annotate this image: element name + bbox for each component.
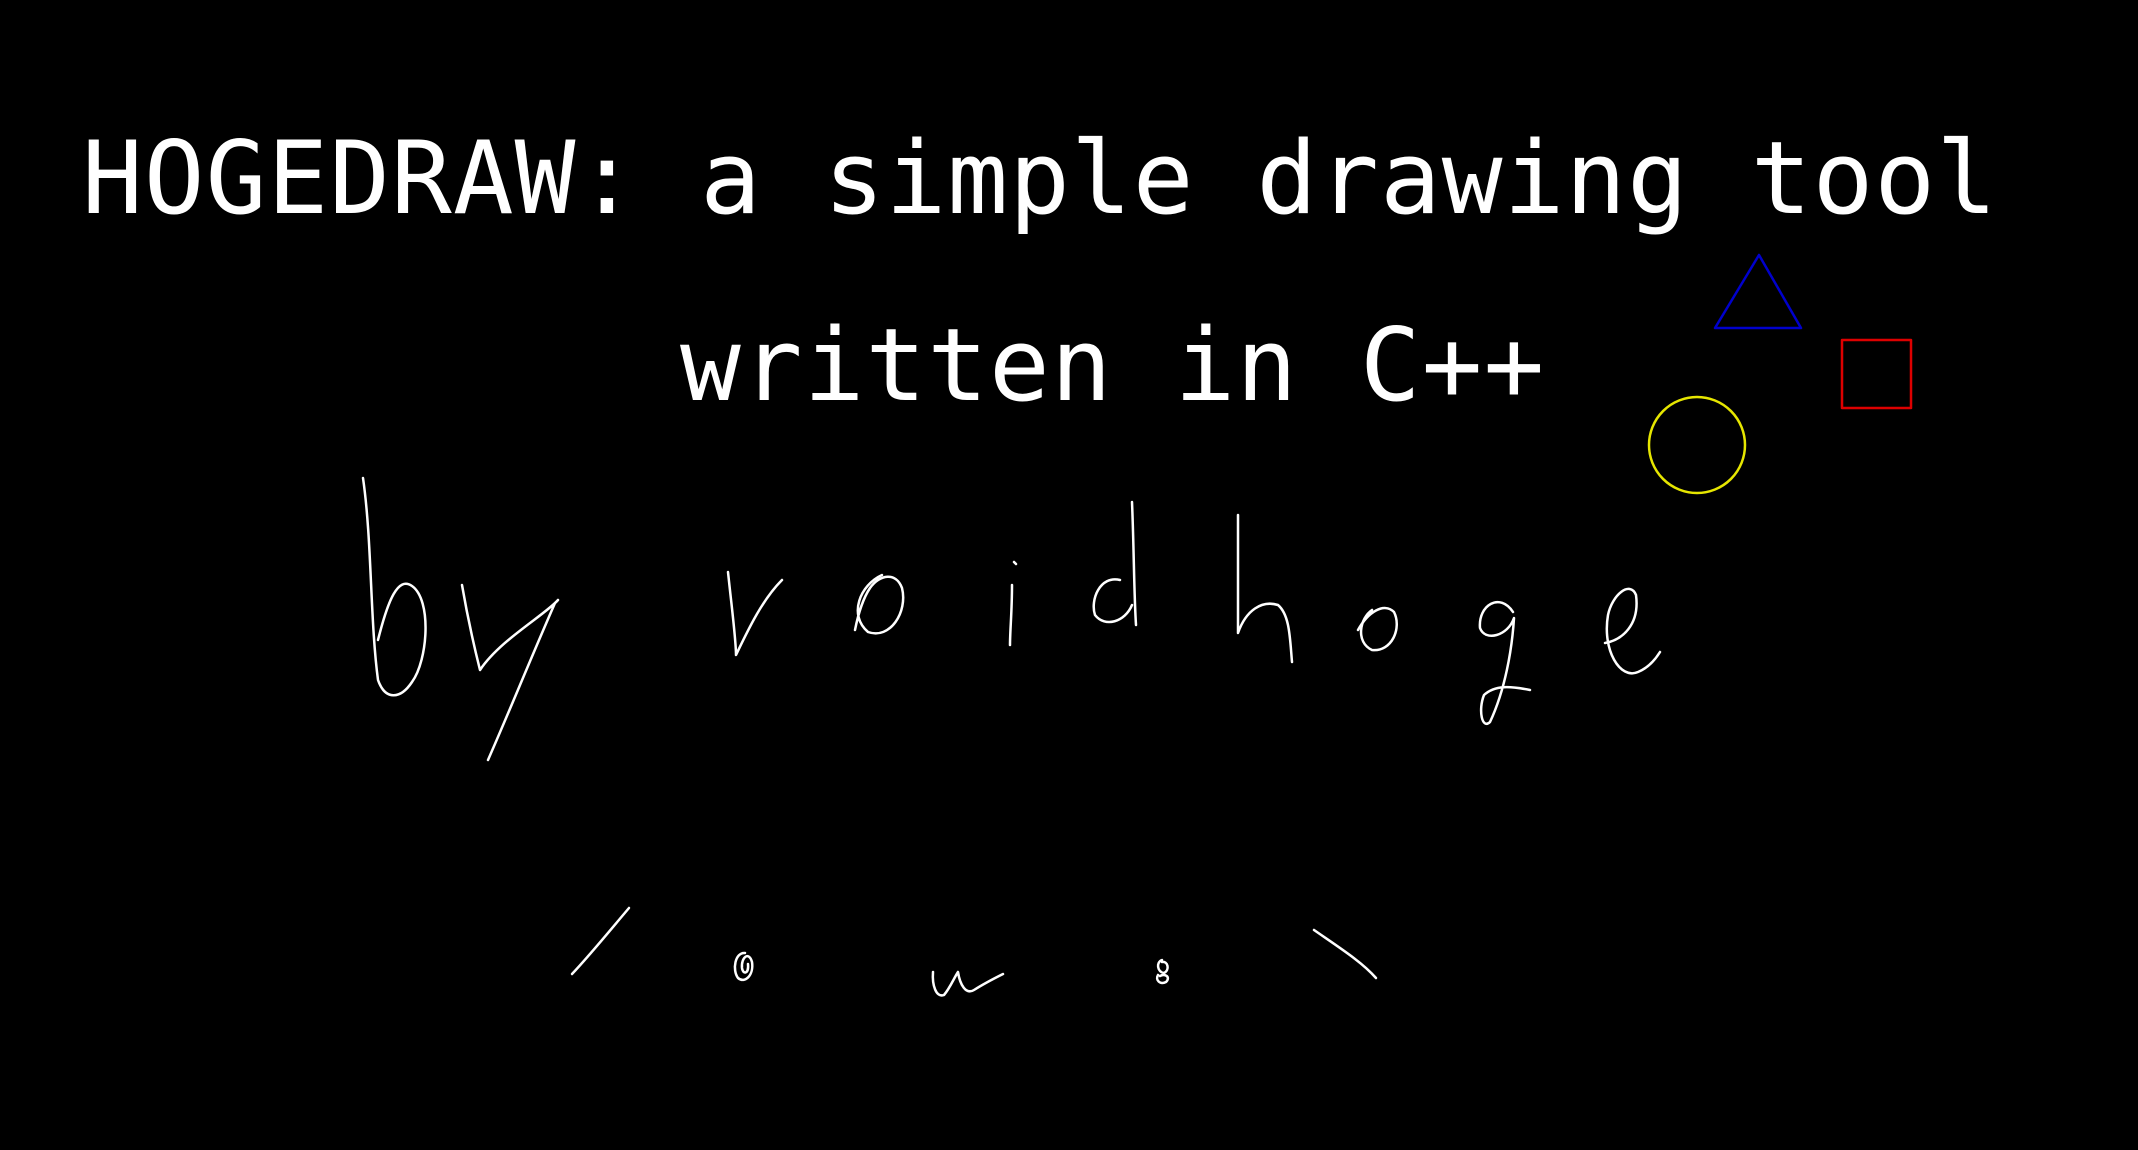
drawing-canvas[interactable]: HOGEDRAW: a simple drawing tool written … xyxy=(0,0,2138,1150)
handwriting-letter-o xyxy=(853,573,905,635)
handwriting-letter-v xyxy=(726,570,784,657)
handwriting-letter-i xyxy=(1008,560,1018,647)
circle-shape xyxy=(1647,395,1747,495)
handwriting-letter-e xyxy=(1603,587,1662,675)
handwriting-letter-d xyxy=(1092,500,1138,627)
mouth-w-stroke xyxy=(931,970,1005,997)
handwriting-letter-y xyxy=(460,583,560,762)
drawing-layer[interactable] xyxy=(0,0,2138,1150)
right-paren-stroke xyxy=(1312,928,1378,980)
handwriting-letter-o2 xyxy=(1356,606,1398,652)
handwriting-letter-h xyxy=(1236,513,1294,664)
left-paren-stroke xyxy=(570,906,631,976)
left-eye-scribble xyxy=(733,951,754,982)
handwriting-letter-g xyxy=(1478,600,1532,726)
right-eye-scribble xyxy=(1155,958,1170,985)
triangle-shape xyxy=(1713,253,1803,330)
handwriting-letter-b xyxy=(361,476,427,697)
handwritten-face xyxy=(570,906,1378,997)
handwritten-signature xyxy=(361,476,1662,762)
rectangle-shape xyxy=(1840,338,1913,410)
